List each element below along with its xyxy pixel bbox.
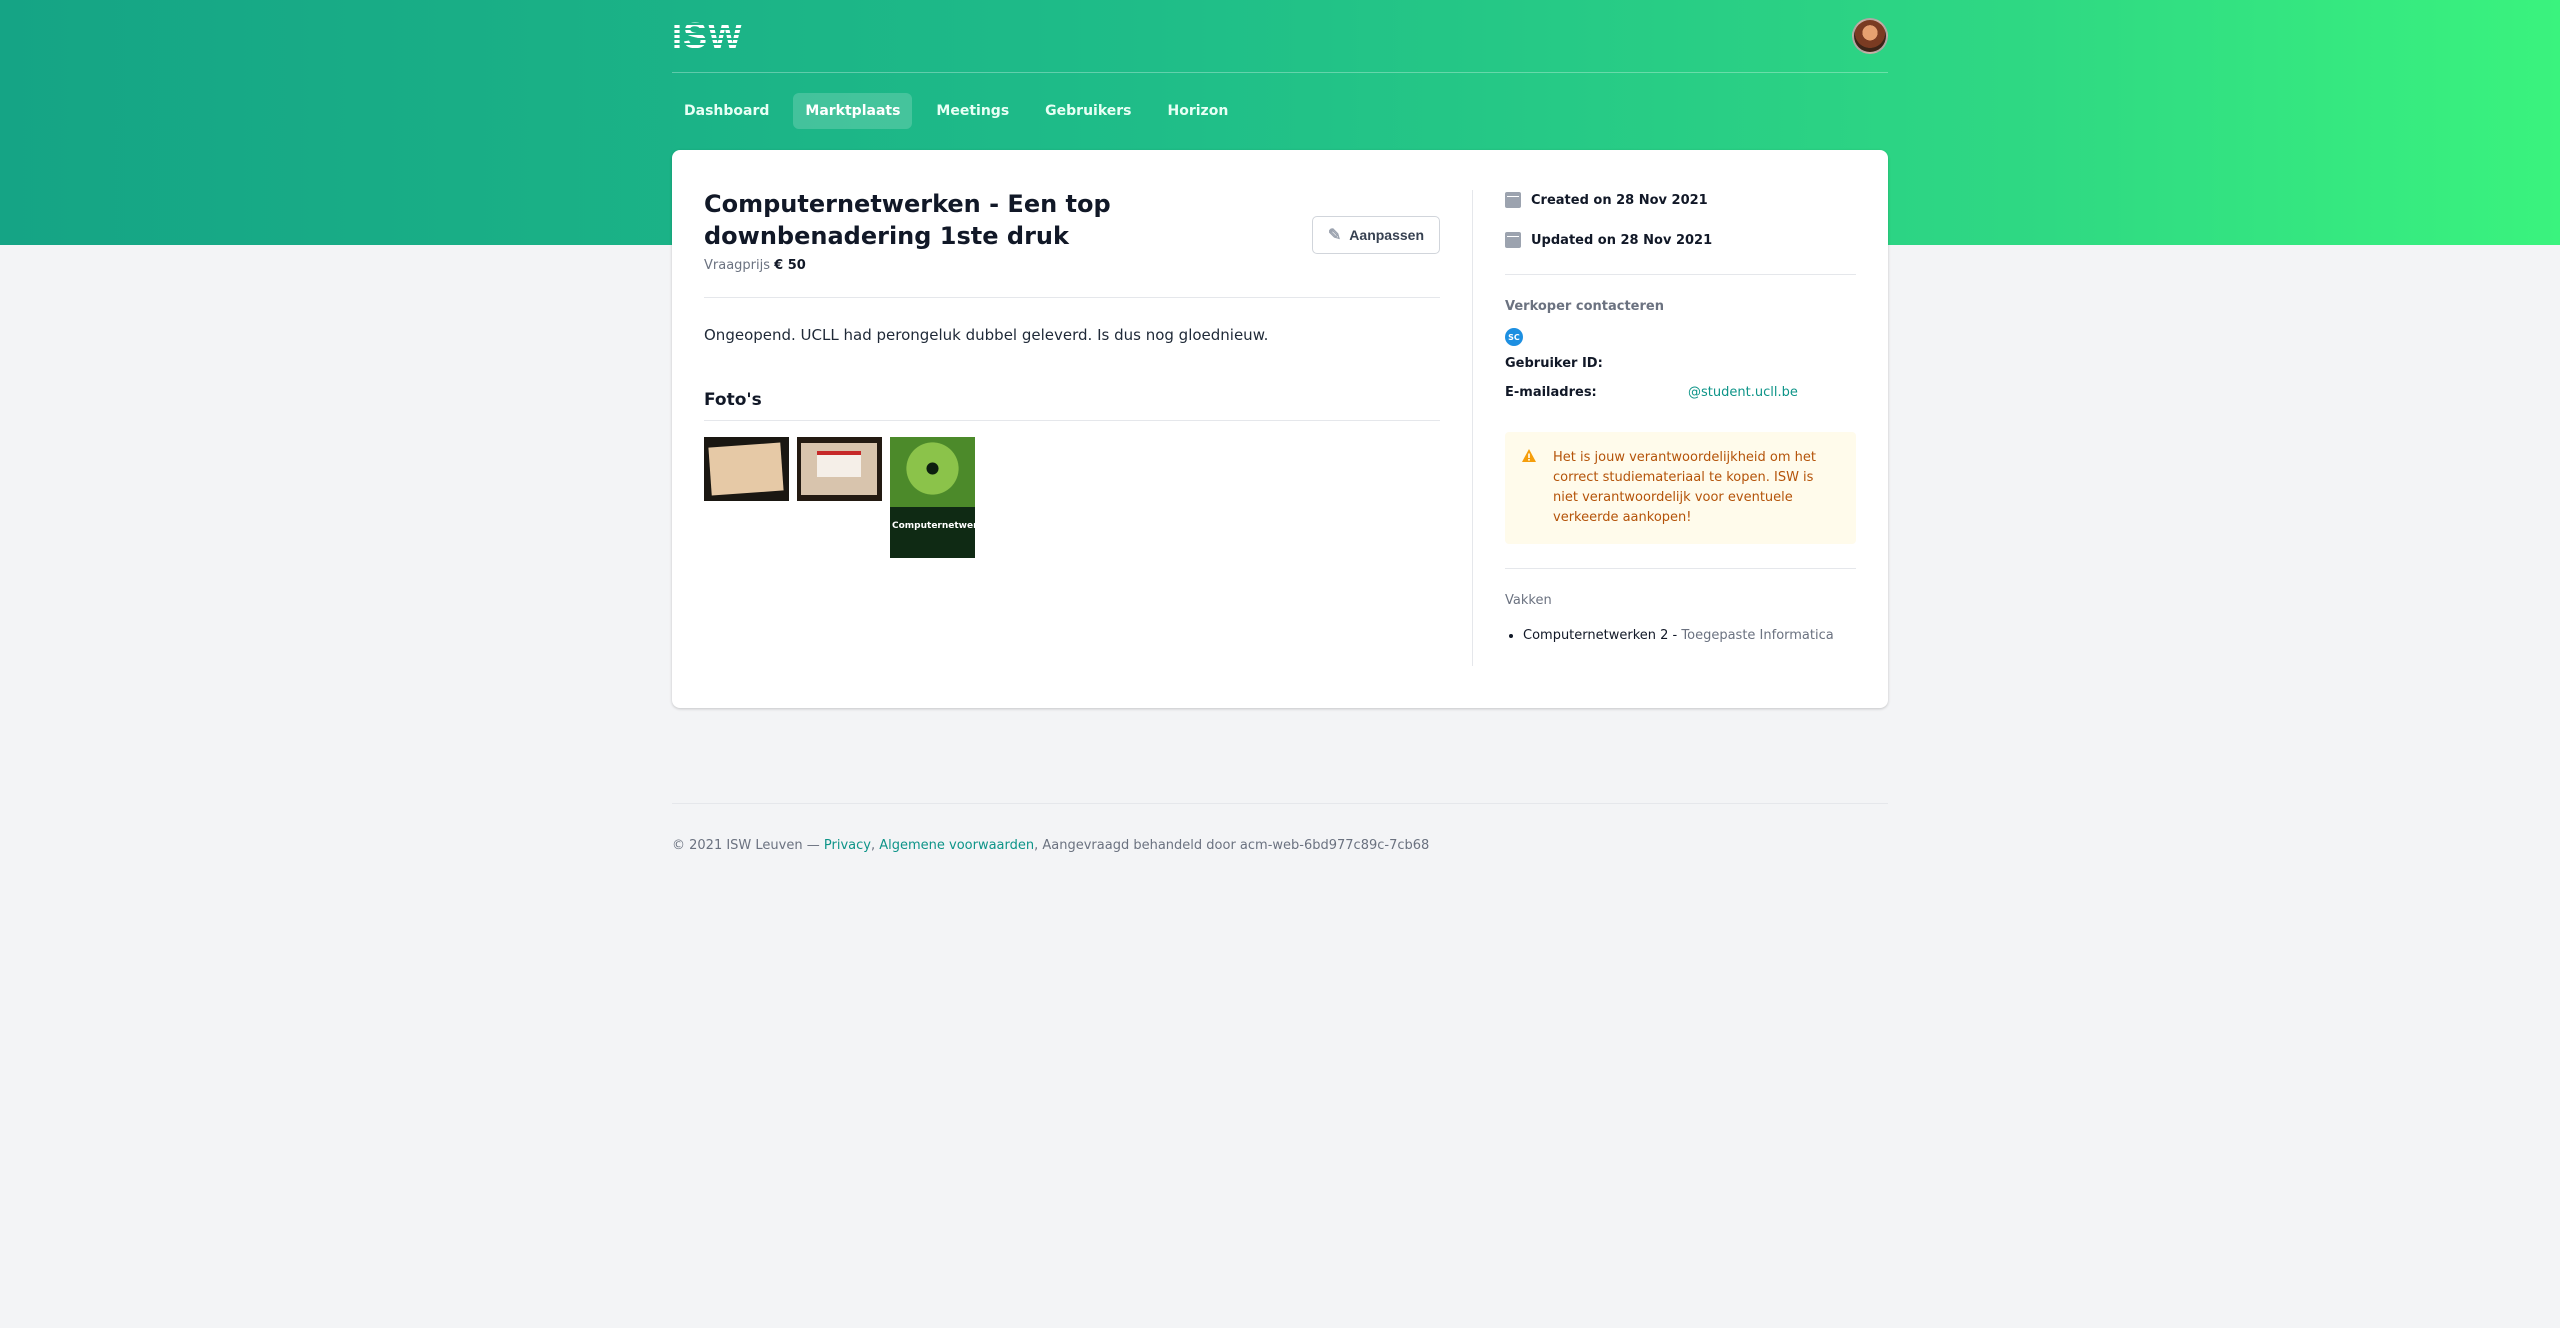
- pencil-icon: ✎: [1327, 227, 1342, 244]
- footer: © 2021 ISW Leuven — Privacy, Algemene vo…: [672, 803, 1888, 853]
- nav-marktplaats[interactable]: Marktplaats: [793, 93, 913, 129]
- warning-alert: Het is jouw verantwoordelijkheid om het …: [1505, 432, 1856, 544]
- edit-button-label: Aanpassen: [1349, 227, 1424, 243]
- footer-copyright: © 2021 ISW Leuven —: [672, 838, 824, 853]
- calendar-icon: [1505, 232, 1521, 248]
- divider: [704, 420, 1440, 421]
- calendar-icon: [1505, 192, 1521, 208]
- main-nav: Dashboard Marktplaats Meetings Gebruiker…: [672, 93, 1888, 129]
- updated-date: Updated on 28 Nov 2021: [1531, 232, 1713, 248]
- email-row: E-mailadres: @student.ucll.be: [1505, 385, 1856, 400]
- course-name: Computernetwerken 2: [1523, 628, 1669, 643]
- listing-title: Computernetwerken - Een top downbenaderi…: [704, 190, 1111, 250]
- nav-dashboard[interactable]: Dashboard: [672, 93, 781, 129]
- divider: [1505, 274, 1856, 275]
- listing-price: Vraagprijs € 50: [704, 258, 1440, 273]
- terms-link[interactable]: Algemene voorwaarden: [879, 838, 1034, 853]
- nav-horizon[interactable]: Horizon: [1156, 93, 1241, 129]
- footer-comma: ,: [870, 838, 880, 853]
- user-id-label: Gebruiker ID:: [1505, 356, 1603, 371]
- privacy-link[interactable]: Privacy: [824, 838, 871, 853]
- photo-thumbnail[interactable]: [797, 437, 882, 501]
- email-label: E-mailadres:: [1505, 385, 1597, 400]
- listing-main: Computernetwerken - Een top downbenaderi…: [704, 188, 1440, 558]
- contact-heading: Verkoper contacteren: [1505, 299, 1664, 314]
- divider: [704, 297, 1440, 298]
- price-value: € 50: [774, 258, 806, 273]
- top-bar: ISW: [672, 0, 1888, 73]
- nav-gebruikers[interactable]: Gebruikers: [1033, 93, 1143, 129]
- seller-avatar: SC: [1505, 328, 1523, 346]
- course-program: Toegepaste Informatica: [1681, 628, 1834, 643]
- listing-description: Ongeopend. UCLL had perongeluk dubbel ge…: [704, 326, 1269, 344]
- photo-gallery: [704, 437, 1440, 558]
- warning-triangle-icon: [1522, 449, 1536, 462]
- nav-meetings[interactable]: Meetings: [924, 93, 1021, 129]
- warning-text: Het is jouw verantwoordelijkheid om het …: [1553, 450, 1817, 525]
- listing-card: Computernetwerken - Een top downbenaderi…: [672, 150, 1888, 708]
- photos-heading: Foto's: [704, 390, 762, 410]
- user-id-row: Gebruiker ID:: [1505, 356, 1856, 371]
- email-link[interactable]: @student.ucll.be: [1688, 385, 1798, 400]
- list-item: Computernetwerken 2 - Toegepaste Informa…: [1523, 628, 1856, 643]
- photo-thumbnail[interactable]: [704, 437, 789, 501]
- created-date: Created on 28 Nov 2021: [1531, 192, 1708, 208]
- photo-thumbnail[interactable]: [890, 437, 975, 558]
- course-separator: -: [1668, 628, 1682, 643]
- footer-handled: , Aangevraagd behandeld door acm-web-6bd…: [1034, 838, 1430, 853]
- divider: [1505, 568, 1856, 569]
- edit-button[interactable]: ✎ Aanpassen: [1311, 216, 1440, 254]
- updated-row: Updated on 28 Nov 2021: [1505, 230, 1856, 250]
- user-avatar[interactable]: [1852, 18, 1888, 54]
- courses-heading: Vakken: [1505, 593, 1552, 608]
- isw-logo[interactable]: ISW: [672, 18, 743, 54]
- listing-sidebar: Created on 28 Nov 2021 Updated on 28 Nov…: [1472, 190, 1856, 666]
- created-row: Created on 28 Nov 2021: [1505, 190, 1856, 210]
- price-label: Vraagprijs: [704, 258, 771, 273]
- courses-list: Computernetwerken 2 - Toegepaste Informa…: [1505, 628, 1856, 643]
